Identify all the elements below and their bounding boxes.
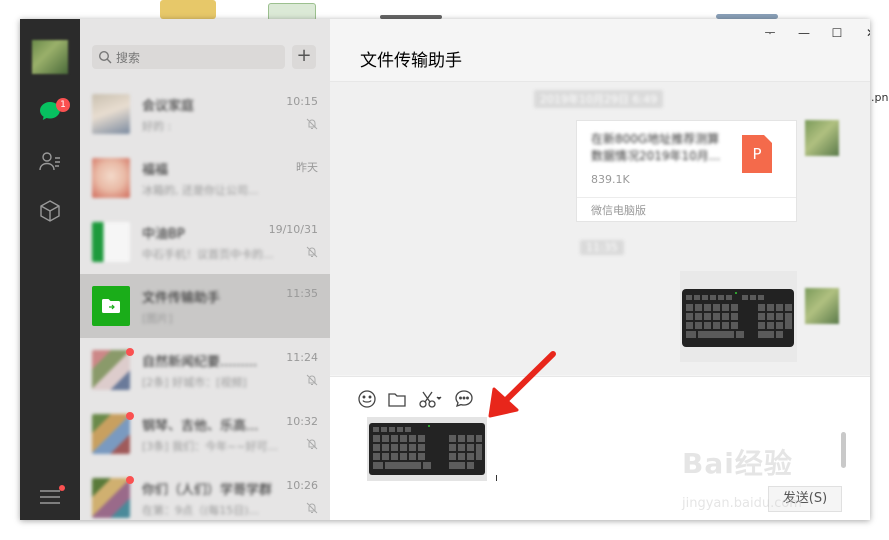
my-avatar[interactable] [805,120,839,156]
chat-history-icon[interactable] [454,389,474,409]
chat-preview: [3条] 我们：今年~~好可... [142,440,279,453]
file-size: 839.1K [591,173,630,186]
ppt-file-icon: P [742,135,772,173]
chat-title: 文件传输助手 [360,51,462,71]
my-avatar[interactable] [805,288,839,324]
chat-name: 福福 [142,163,169,178]
close-button[interactable]: ✕ [861,25,870,41]
chat-time: 11:35 [286,287,318,300]
pasted-keyboard-image[interactable] [367,417,487,481]
chat-avatar [92,414,130,454]
baidu-jingyan-watermark: Bai经验 jingyan.baidu.com [682,440,882,520]
desktop-filename: .png [871,91,889,104]
chat-preview: 好的 : [142,120,172,133]
chat-name: 钢琴、吉他、乐高... [142,419,259,434]
screenshot-scissors-icon[interactable] [418,389,444,409]
chat-time: 10:15 [286,95,318,108]
chat-avatar [92,158,130,198]
unread-dot [126,476,134,484]
chat-item[interactable]: 中油BP 中石手机！议首页中卡的... 19/10/31 [80,210,330,274]
chat-time: 昨天 [296,161,318,174]
unread-dot [126,412,134,420]
file-transfer-avatar [92,286,130,326]
chat-preview: 中石手机！议首页中卡的... [142,248,274,261]
chat-preview: 在第：9点（(每15日)... [142,504,260,517]
chat-avatar [92,350,130,390]
emoji-icon[interactable] [357,389,377,409]
chat-avatar [92,222,130,262]
chat-name: 会议家庭 [142,99,195,114]
keyboard-image-message[interactable] [680,271,797,362]
chat-preview: [2条] 好城市：[视频] [142,376,247,389]
search-box[interactable]: 搜索 [92,45,285,69]
chat-header: 文件传输助手 ᅮ — ☐ ✕ [330,19,870,82]
chat-item-active[interactable]: 文件传输助手 [图片] 11:35 [80,274,330,338]
chat-avatar [92,478,130,518]
timestamp: 11:35 [580,240,624,255]
message-area[interactable]: 2019年10月29日 6:49 在新800G地址推荐测算数据情况2019年10… [330,82,870,375]
user-avatar[interactable] [32,40,68,74]
chat-item[interactable]: 你们（人们）学哥学群 在第：9点（(每15日)... 10:26 [80,466,330,520]
menu-notification-dot [59,485,65,491]
mute-bell-icon [306,438,318,450]
chat-time: 10:26 [286,479,318,492]
collections-cube-icon[interactable] [38,199,62,223]
file-message[interactable]: 在新800G地址推荐测算数据情况2019年10月... 839.1K P 微信电… [576,120,797,222]
chat-time: 10:32 [286,415,318,428]
chat-list-panel: 搜索 + 会议家庭 好的 : 10:15 福福 冰箱的, 还是你让公司... 昨… [80,19,330,520]
mute-bell-icon [306,246,318,258]
chat-name: 自然新闻纪要......... [142,355,258,370]
maximize-button[interactable]: ☐ [827,25,847,41]
timestamp: 2019年10月29日 6:49 [534,90,664,108]
text-caret [496,475,497,481]
chat-name: 文件传输助手 [142,291,221,306]
mute-bell-icon [306,502,318,514]
pin-button[interactable]: ᅮ [760,25,780,41]
sidebar: 1 [20,19,80,520]
contacts-icon[interactable] [38,149,62,173]
chat-item[interactable]: 自然新闻纪要......... [2条] 好城市：[视频] 11:24 [80,338,330,402]
chat-name: 中油BP [142,227,185,242]
chat-unread-badge: 1 [56,98,70,112]
mute-bell-icon [306,118,318,130]
folder-icon[interactable] [160,0,216,19]
file-source: 微信电脑版 [591,204,646,217]
chat-time: 19/10/31 [268,223,318,236]
chat-time: 11:24 [286,351,318,364]
chat-item[interactable]: 钢琴、吉他、乐高... [3条] 我们：今年~~好可... 10:32 [80,402,330,466]
add-chat-button[interactable]: + [292,45,316,69]
search-icon [98,50,112,64]
divider [577,197,796,198]
chat-avatar [92,94,130,134]
watermark-text: Bai经验 [682,447,793,480]
watermark-url: jingyan.baidu.com [682,496,802,511]
minimize-button[interactable]: — [794,25,814,41]
chat-item[interactable]: 会议家庭 好的 : 10:15 [80,82,330,146]
search-placeholder: 搜索 [116,51,141,65]
chat-preview: 冰箱的, 还是你让公司... [142,184,259,197]
file-name: 在新800G地址推荐测算数据情况2019年10月... [591,132,721,163]
unread-dot [126,348,134,356]
chat-preview: [图片] [142,312,173,325]
chat-name: 你们（人们）学哥学群 [142,483,273,498]
mute-bell-icon [306,374,318,386]
folder-icon[interactable] [387,389,407,409]
chat-item[interactable]: 福福 冰箱的, 还是你让公司... 昨天 [80,146,330,210]
